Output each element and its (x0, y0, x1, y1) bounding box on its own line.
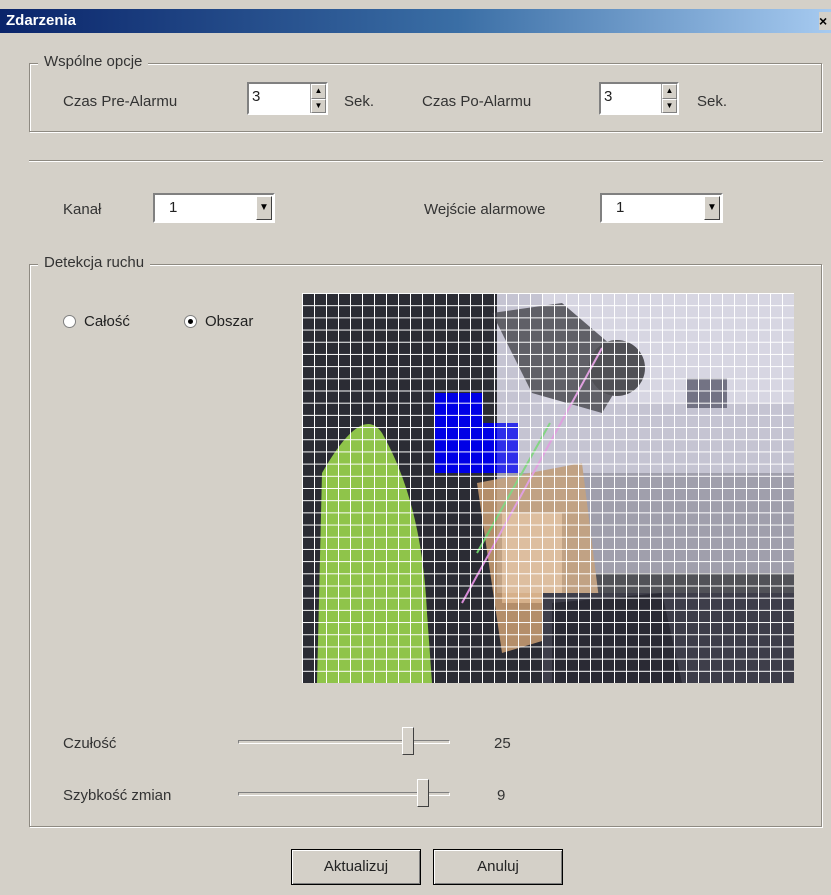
cancel-button[interactable]: Anuluj (433, 849, 563, 885)
channel-value: 1 (169, 199, 178, 216)
sensitivity-slider[interactable] (238, 727, 450, 757)
window-title: Zdarzenia (6, 12, 77, 29)
chevron-down-icon[interactable]: ▼ (704, 196, 720, 220)
speed-thumb[interactable] (417, 779, 429, 807)
alarm-input-label: Wejście alarmowe (424, 201, 546, 218)
post-alarm-label: Czas Po-Alarmu (422, 93, 532, 110)
motion-detection-legend: Detekcja ruchu (38, 254, 151, 271)
stepper-arrows: ▲ ▼ (661, 84, 677, 113)
alarm-input-select[interactable]: 1 ▼ (600, 193, 723, 223)
sensitivity-label: Czułość (63, 735, 117, 752)
post-alarm-stepper[interactable]: 3 ▲ ▼ (599, 82, 679, 115)
grid-overlay[interactable] (302, 293, 794, 683)
pre-alarm-stepper[interactable]: 3 ▲ ▼ (247, 82, 328, 115)
common-options-legend: Wspólne opcje (38, 53, 149, 70)
post-alarm-value[interactable]: 3 (604, 88, 612, 105)
alarm-input-value: 1 (616, 199, 625, 216)
radio-area-indicator[interactable] (184, 315, 197, 328)
sensitivity-thumb[interactable] (402, 727, 414, 755)
update-button[interactable]: Aktualizuj (291, 849, 421, 885)
radio-area-label: Obszar (205, 313, 254, 330)
speed-slider[interactable] (238, 779, 450, 809)
post-alarm-unit: Sek. (697, 93, 728, 110)
separator (29, 160, 823, 162)
speed-value: 9 (497, 787, 506, 804)
speed-label: Szybkość zmian (63, 787, 172, 804)
stepper-up-icon[interactable]: ▲ (311, 84, 326, 99)
sensitivity-value: 25 (494, 735, 511, 752)
radio-full-label: Całość (84, 313, 130, 330)
chevron-down-icon[interactable]: ▼ (256, 196, 272, 220)
window-titlebar: Zdarzenia × (0, 9, 831, 33)
close-icon[interactable]: × (819, 12, 831, 30)
stepper-down-icon[interactable]: ▼ (662, 98, 677, 113)
channel-label: Kanał (63, 201, 102, 218)
pre-alarm-value[interactable]: 3 (252, 88, 260, 105)
pre-alarm-unit: Sek. (344, 93, 375, 110)
sensitivity-track (238, 740, 450, 744)
radio-area[interactable]: Obszar (184, 313, 253, 330)
motion-area-grid[interactable] (302, 293, 794, 683)
radio-full[interactable]: Całość (63, 313, 130, 330)
radio-full-indicator[interactable] (63, 315, 76, 328)
pre-alarm-label: Czas Pre-Alarmu (63, 93, 178, 110)
stepper-down-icon[interactable]: ▼ (311, 98, 326, 113)
channel-select[interactable]: 1 ▼ (153, 193, 275, 223)
stepper-arrows: ▲ ▼ (310, 84, 326, 113)
stepper-up-icon[interactable]: ▲ (662, 84, 677, 99)
